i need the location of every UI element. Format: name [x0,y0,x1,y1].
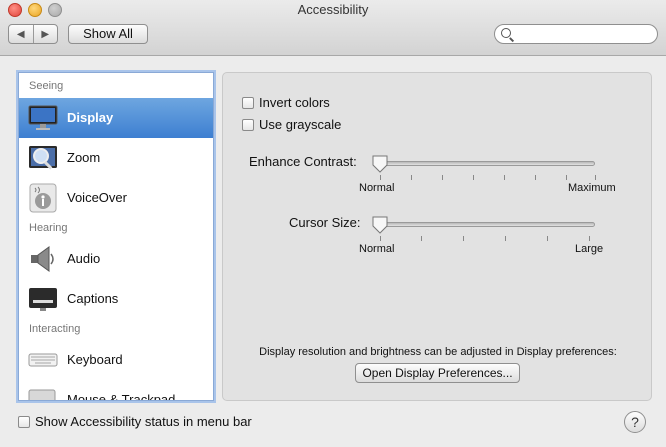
slider-tick [411,175,412,180]
slider-tick [535,175,536,180]
sidebar-item-label: Mouse & Trackpad [67,392,176,401]
cursor-size-slider[interactable] [373,222,595,227]
slider-tick [380,175,381,180]
sidebar-item-mouse-trackpad[interactable]: Mouse & Trackpad [19,380,213,401]
category-sidebar: Seeing Display Zoom VoiceOver Hearing Au… [18,72,214,401]
keyboard-icon [28,353,58,367]
forward-arrow-icon: ▶ [41,28,50,40]
sidebar-item-label: Zoom [67,150,101,165]
invert-colors-option[interactable]: Invert colors [242,95,330,110]
invert-colors-label: Invert colors [259,95,330,110]
slider-tick [463,236,464,241]
slider-tick [547,236,548,241]
sidebar-item-display[interactable]: Display [19,98,213,138]
sidebar-item-label: Display [67,110,114,125]
title-bar: Accessibility ◀ ▶ Show All [0,0,666,56]
use-grayscale-checkbox[interactable] [242,118,254,131]
open-display-preferences-button[interactable]: Open Display Preferences... [355,363,520,383]
slider-tick [566,175,567,180]
section-header-seeing: Seeing [29,80,64,92]
show-status-checkbox[interactable] [18,415,30,428]
cursor-size-slider-knob[interactable] [372,216,388,234]
slider-tick [589,236,590,241]
enhance-contrast-slider-knob[interactable] [372,155,388,173]
search-field[interactable] [494,24,658,44]
enhance-contrast-slider[interactable] [373,161,595,166]
slider-tick [505,236,506,241]
sidebar-item-label: Captions [67,291,119,306]
display-settings-panel: Invert colors Use grayscale Enhance Cont… [222,72,652,401]
help-button[interactable]: ? [624,411,646,433]
back-forward-control: ◀ ▶ [8,24,58,44]
sidebar-item-zoom[interactable]: Zoom [19,138,213,178]
mouse-trackpad-icon [28,389,56,400]
slider-tick [473,175,474,180]
cursor-size-max-label: Large [575,243,604,255]
sidebar-item-audio[interactable]: Audio [19,239,213,279]
section-header-hearing: Hearing [29,222,68,234]
section-header-interacting: Interacting [29,323,81,335]
display-preferences-note: Display resolution and brightness can be… [259,346,617,358]
cursor-size-label: Cursor Size: [289,215,361,230]
slider-tick [504,175,505,180]
help-icon: ? [631,414,639,430]
sidebar-item-voiceover[interactable]: VoiceOver [19,178,213,218]
search-input[interactable] [515,26,653,44]
forward-button[interactable]: ▶ [34,25,58,43]
slider-tick [421,236,422,241]
cursor-size-min-label: Normal [359,243,395,255]
slider-tick [442,175,443,180]
use-grayscale-label: Use grayscale [259,117,342,132]
speaker-icon [31,246,54,272]
sidebar-item-captions[interactable]: Captions [19,279,213,319]
enhance-contrast-label: Enhance Contrast: [249,154,357,169]
back-arrow-icon: ◀ [16,28,25,40]
search-icon [501,28,511,38]
sidebar-item-keyboard[interactable]: Keyboard [19,340,213,380]
use-grayscale-option[interactable]: Use grayscale [242,117,341,132]
sidebar-item-label: Keyboard [67,352,123,367]
enhance-contrast-max-label: Maximum [568,182,616,194]
slider-tick [595,175,596,180]
slider-tick [380,236,381,241]
show-status-label: Show Accessibility status in menu bar [35,414,252,429]
sidebar-item-label: VoiceOver [67,190,127,205]
window-title: Accessibility [297,2,369,17]
invert-colors-checkbox[interactable] [242,96,254,109]
show-all-button[interactable]: Show All [68,24,148,44]
zoom-icon [29,146,57,170]
show-status-option[interactable]: Show Accessibility status in menu bar [18,414,252,429]
sidebar-item-label: Audio [67,251,101,266]
voiceover-icon [29,183,57,213]
captions-icon [29,288,57,311]
display-icon [28,105,58,130]
enhance-contrast-min-label: Normal [359,182,395,194]
back-button[interactable]: ◀ [9,25,34,43]
